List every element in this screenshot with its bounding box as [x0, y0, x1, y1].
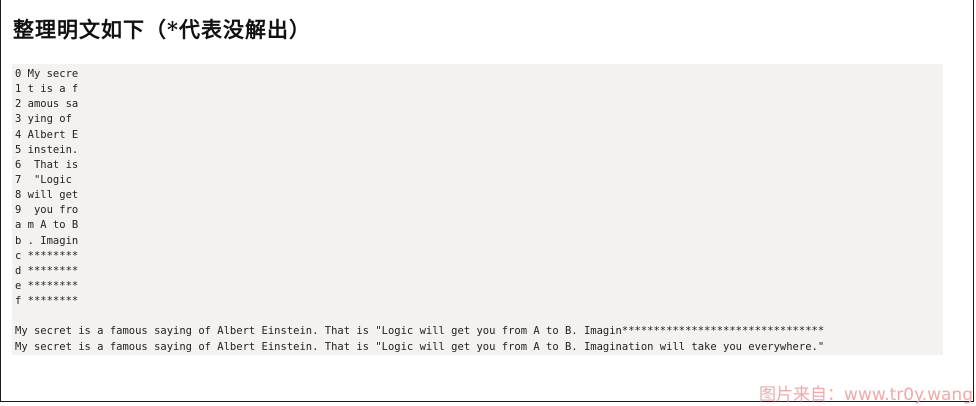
row-7: 7 "Logic	[15, 173, 79, 186]
row-a: a m A to B	[15, 219, 79, 232]
full-plaintext-line: My secret is a famous saying of Albert E…	[15, 340, 825, 353]
row-3: 3 ying of	[15, 113, 79, 126]
row-0: 0 My secre	[15, 68, 79, 80]
page-title: 整理明文如下（*代表没解出）	[13, 17, 311, 42]
row-6: 6 That is	[15, 158, 79, 171]
plaintext-code-block: 0 My secre 1 t is a f 2 amous sa 3 ying …	[12, 64, 943, 355]
row-9: 9 you fro	[15, 204, 79, 217]
row-e: e ********	[15, 279, 79, 292]
row-4: 4 Albert E	[15, 128, 79, 141]
row-f: f ********	[15, 295, 79, 308]
row-b: b . Imagin	[15, 234, 79, 247]
watermark: 图片来自：www.tr0y.wang	[759, 385, 973, 405]
partial-plaintext-line: My secret is a famous saying of Albert E…	[15, 325, 825, 338]
row-c: c ********	[15, 249, 79, 262]
row-5: 5 instein.	[15, 143, 79, 156]
row-2: 2 amous sa	[15, 98, 79, 111]
row-8: 8 will get	[15, 189, 79, 202]
row-d: d ********	[15, 264, 79, 277]
row-1: 1 t is a f	[15, 83, 79, 96]
